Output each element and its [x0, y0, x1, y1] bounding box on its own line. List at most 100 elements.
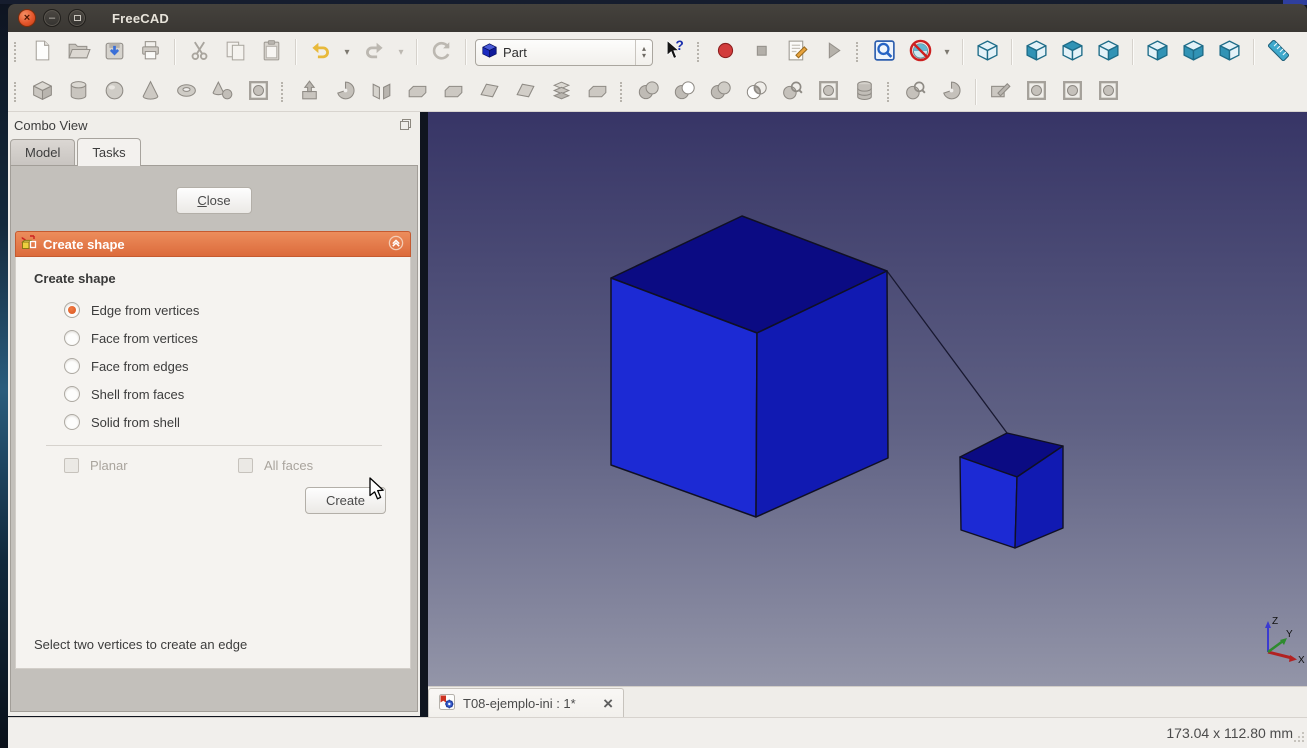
resize-grip[interactable]	[1293, 730, 1305, 746]
part-loft-button	[546, 77, 576, 107]
toolbar-drag-handle[interactable]	[697, 42, 702, 62]
view-front-button[interactable]	[1021, 37, 1051, 67]
create-shape-section-header[interactable]: Create shape	[15, 231, 411, 257]
document-tab-label: T08-ejemplo-ini : 1*	[463, 696, 595, 711]
toolbar-drag-handle[interactable]	[14, 82, 19, 102]
view-front-icon	[1024, 38, 1049, 66]
part-cut-button	[669, 77, 699, 107]
measure-distance-button[interactable]	[1263, 37, 1293, 67]
dropdown-arrow-icon[interactable]: ▾	[941, 47, 953, 58]
part-chamfer-icon	[441, 78, 466, 106]
draw-style-button[interactable]	[905, 37, 935, 67]
undo-icon	[308, 38, 333, 66]
tasks-pane: Close Create shape	[10, 165, 418, 712]
measure-linear-button	[985, 77, 1015, 107]
window-maximize-button[interactable]	[68, 9, 86, 27]
part-chamfer-button	[438, 77, 468, 107]
tab-tasks[interactable]: Tasks	[77, 138, 140, 166]
float-panel-icon[interactable]	[399, 118, 412, 134]
view-isometric-button[interactable]	[972, 37, 1002, 67]
open-document-icon	[66, 38, 91, 66]
view-left-button[interactable]	[1214, 37, 1244, 67]
view-bottom-button[interactable]	[1178, 37, 1208, 67]
option-face-from-vertices[interactable]: Face from vertices	[34, 324, 392, 352]
macro-edit-button[interactable]	[782, 37, 812, 67]
titlebar: × – FreeCAD	[8, 4, 1307, 32]
save-document-button[interactable]	[99, 37, 129, 67]
option-edge-from-vertices[interactable]: Edge from vertices	[34, 296, 392, 324]
new-document-button[interactable]	[27, 37, 57, 67]
part-torus-icon	[174, 78, 199, 106]
toolbar-drag-handle[interactable]	[281, 82, 286, 102]
macro-record-button[interactable]	[710, 37, 740, 67]
mouse-cursor	[366, 477, 384, 504]
part-boolean-button	[633, 77, 663, 107]
window-minimize-button[interactable]: –	[43, 9, 61, 27]
toolbar-separator	[1253, 39, 1254, 65]
standard-toolbar: ▾▾Part▴▾?▾	[8, 32, 1307, 72]
toolbar-drag-handle[interactable]	[887, 82, 892, 102]
toolbar-separator	[975, 79, 976, 105]
separator	[46, 445, 382, 446]
screen: × – FreeCAD ▾▾Part▴▾?▾ Combo View Model …	[0, 0, 1307, 748]
part-ruled-surface-icon	[513, 78, 538, 106]
part-section-button	[777, 77, 807, 107]
toolbar-separator	[174, 39, 175, 65]
document-tabbar: T08-ejemplo-ini : 1* ×	[428, 686, 1307, 717]
part-box-icon	[30, 78, 55, 106]
option-shell-from-faces[interactable]: Shell from faces	[34, 380, 392, 408]
paste-icon	[259, 38, 284, 66]
small-cube[interactable]	[960, 433, 1063, 548]
view-right-icon	[1096, 38, 1121, 66]
draw-style-icon	[908, 38, 933, 66]
window-close-button[interactable]: ×	[18, 9, 36, 27]
tab-model[interactable]: Model	[10, 139, 75, 166]
open-document-button[interactable]	[63, 37, 93, 67]
radio[interactable]	[64, 414, 80, 430]
all-faces-checkbox[interactable]	[238, 458, 253, 473]
fit-all-button[interactable]	[869, 37, 899, 67]
view-bottom-icon	[1181, 38, 1206, 66]
radio[interactable]	[64, 386, 80, 402]
defeaturing-button	[936, 77, 966, 107]
part-mirror-button	[366, 77, 396, 107]
radio-selected[interactable]	[64, 302, 80, 318]
radio[interactable]	[64, 358, 80, 374]
option-face-from-edges[interactable]: Face from edges	[34, 352, 392, 380]
option-solid-from-shell[interactable]: Solid from shell	[34, 408, 392, 436]
view-top-button[interactable]	[1057, 37, 1087, 67]
desktop-background-strip	[0, 0, 8, 748]
view-left-icon	[1217, 38, 1242, 66]
part-box-button	[27, 77, 57, 107]
svg-text:?: ?	[675, 38, 683, 53]
create-shape-group-title: Create shape	[34, 271, 392, 286]
view-right-button[interactable]	[1093, 37, 1123, 67]
undo-button[interactable]	[305, 37, 335, 67]
dropdown-arrow-icon[interactable]: ▾	[341, 47, 353, 58]
measure-angular-icon	[1024, 78, 1049, 106]
part-sweep-button	[582, 77, 612, 107]
view-rear-button[interactable]	[1142, 37, 1172, 67]
part-section-icon	[780, 78, 805, 106]
axis-z-label: Z	[1272, 616, 1278, 627]
toolbar-separator	[465, 39, 466, 65]
planar-checkbox[interactable]	[64, 458, 79, 473]
collapse-section-icon[interactable]	[388, 235, 404, 254]
toolbar-drag-handle[interactable]	[14, 42, 19, 62]
macro-record-icon	[713, 38, 738, 66]
tab-close-icon[interactable]: ×	[603, 695, 613, 712]
toolbar-drag-handle[interactable]	[620, 82, 625, 102]
part-shape-builder-button	[243, 77, 273, 107]
axis-x-label: X	[1298, 655, 1305, 666]
large-cube[interactable]	[611, 216, 888, 517]
cut-icon	[187, 38, 212, 66]
workbench-spinner[interactable]: ▴▾	[635, 40, 652, 65]
close-task-button[interactable]: Close	[176, 187, 251, 214]
workbench-selector[interactable]: Part▴▾	[475, 39, 653, 66]
viewport-3d[interactable]: Z Y X	[428, 112, 1307, 686]
document-tab[interactable]: T08-ejemplo-ini : 1* ×	[428, 688, 624, 718]
radio[interactable]	[64, 330, 80, 346]
toolbar-drag-handle[interactable]	[856, 42, 861, 62]
whats-this-button[interactable]: ?	[659, 37, 689, 67]
toolbar-separator	[295, 39, 296, 65]
